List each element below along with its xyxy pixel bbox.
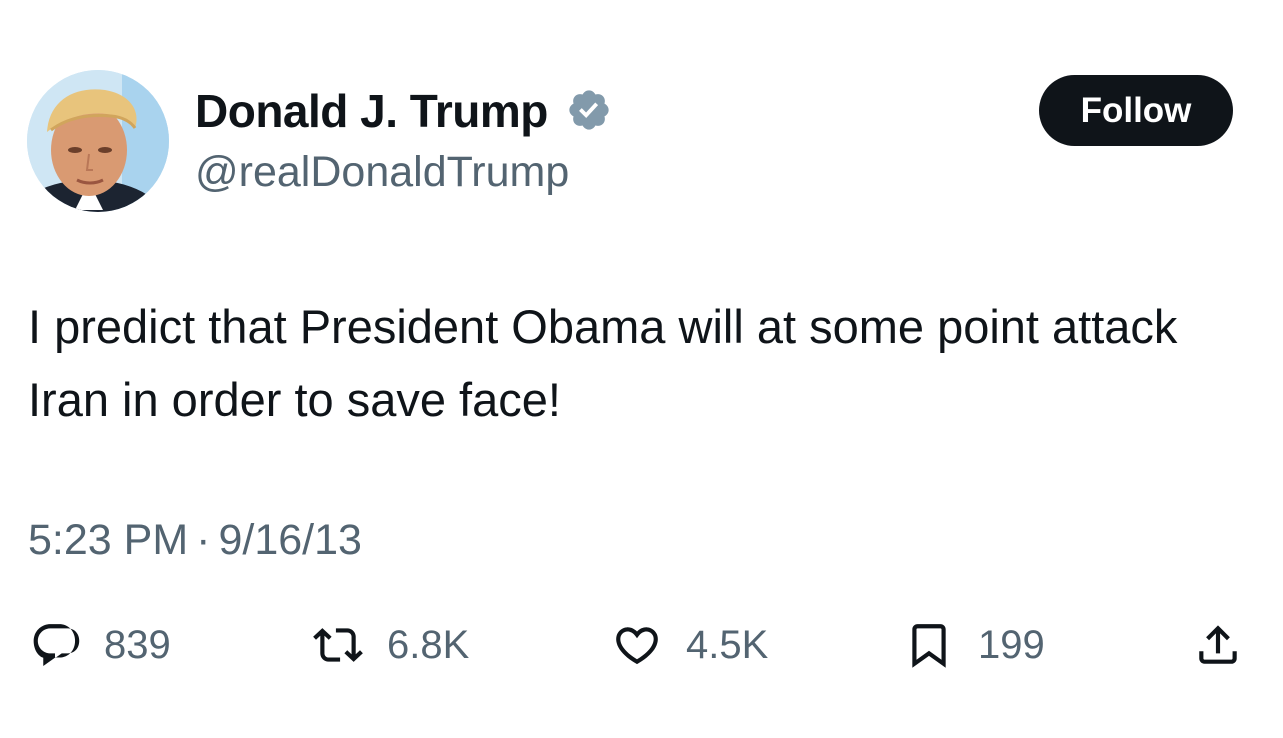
reply-button[interactable]: 839: [30, 610, 171, 680]
share-icon: [1199, 625, 1237, 664]
like-button[interactable]: 4.5K: [612, 610, 768, 680]
repost-button[interactable]: 6.8K: [313, 610, 469, 680]
like-count: 4.5K: [686, 622, 769, 667]
action-bar: 839 6.8K 4.5K 199: [0, 610, 1283, 680]
avatar[interactable]: [27, 70, 169, 212]
user-handle[interactable]: @realDonaldTrump: [195, 146, 569, 198]
repost-count: 6.8K: [387, 622, 470, 667]
tweet-date: 9/16/13: [210, 510, 371, 596]
bookmark-button[interactable]: 199: [904, 610, 1045, 680]
bookmark-icon: [912, 624, 946, 668]
profile-photo: [27, 70, 169, 212]
display-name[interactable]: Donald J. Trump: [195, 84, 548, 138]
tweet-date-text: 9/16/13: [218, 516, 362, 564]
share-button[interactable]: [1193, 610, 1243, 680]
bookmark-count: 199: [978, 622, 1045, 667]
meta-separator: ·: [196, 516, 211, 564]
tweet-text: I predict that President Obama will at s…: [28, 300, 1178, 426]
verified-badge-icon: [569, 90, 609, 130]
heart-icon: [616, 627, 658, 665]
repost-icon: [313, 628, 363, 662]
tweet-timestamp[interactable]: 5:23 PM · 9/16/13: [28, 510, 371, 596]
reply-icon: [33, 624, 80, 667]
tweet-time: 5:23 PM: [28, 516, 189, 564]
reply-count: 839: [104, 622, 171, 667]
follow-button[interactable]: Follow: [1039, 75, 1233, 146]
